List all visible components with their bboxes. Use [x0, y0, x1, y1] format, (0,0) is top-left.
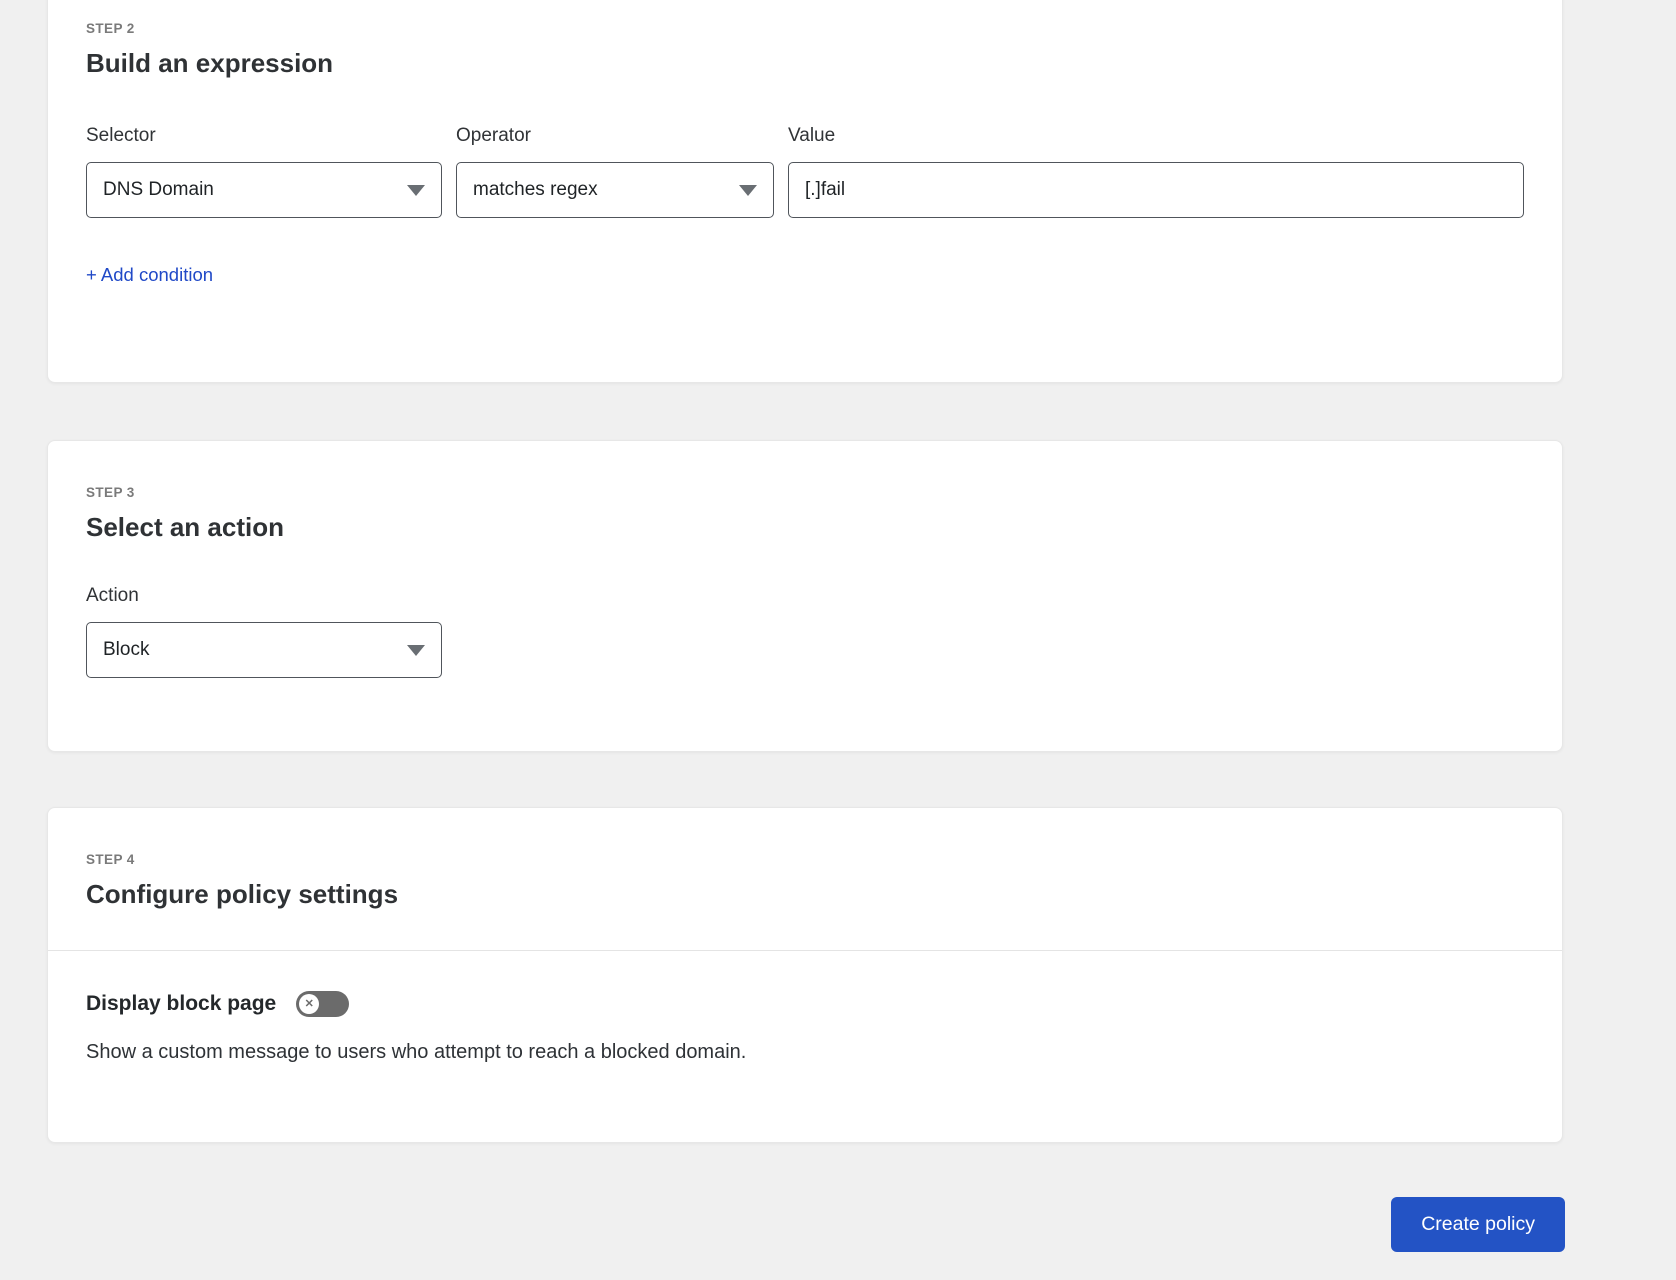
- toggle-off-x-icon: ✕: [299, 994, 320, 1014]
- display-block-page-toggle[interactable]: ✕: [296, 991, 350, 1017]
- step2-label: STEP 2: [86, 21, 135, 36]
- display-block-page-label: Display block page: [86, 992, 277, 1015]
- step4-title: Configure policy settings: [86, 879, 399, 909]
- step4-card: STEP 4 Configure policy settings Display…: [47, 807, 1563, 1143]
- selector-dropdown-value: DNS Domain: [103, 179, 214, 200]
- selector-label: Selector: [86, 125, 156, 146]
- step2-title: Build an expression: [86, 48, 334, 78]
- selector-field: Selector DNS Domain: [86, 125, 442, 218]
- display-block-page-row: Display block page ✕: [86, 991, 1524, 1017]
- operator-dropdown[interactable]: matches regex: [456, 162, 774, 218]
- step3-label: STEP 3: [86, 485, 135, 500]
- expression-row: Selector DNS Domain Operator matches reg…: [86, 125, 1524, 218]
- display-block-page-description: Show a custom message to users who attem…: [86, 1041, 747, 1063]
- chevron-down-icon: [407, 644, 425, 656]
- action-label: Action: [86, 585, 139, 606]
- action-dropdown-value: Block: [103, 639, 150, 660]
- add-condition-link[interactable]: + Add condition: [86, 264, 213, 286]
- step4-header: STEP 4 Configure policy settings: [48, 808, 1562, 950]
- policy-settings-section: Display block page ✕ Show a custom messa…: [48, 950, 1562, 1064]
- operator-label: Operator: [456, 125, 531, 146]
- value-input[interactable]: [788, 162, 1524, 218]
- step4-label: STEP 4: [86, 852, 135, 867]
- chevron-down-icon: [739, 184, 757, 196]
- create-policy-button[interactable]: Create policy: [1391, 1197, 1565, 1252]
- selector-dropdown[interactable]: DNS Domain: [86, 162, 442, 218]
- operator-field: Operator matches regex: [456, 125, 774, 218]
- step2-card: STEP 2 Build an expression Selector DNS …: [47, 0, 1563, 383]
- action-dropdown[interactable]: Block: [86, 622, 442, 678]
- operator-dropdown-value: matches regex: [473, 179, 598, 200]
- step3-title: Select an action: [86, 512, 284, 542]
- step3-card: STEP 3 Select an action Action Block: [47, 440, 1563, 752]
- value-field-wrap: Value: [788, 125, 1524, 218]
- action-field: Action Block: [86, 585, 442, 678]
- value-label: Value: [788, 125, 836, 146]
- chevron-down-icon: [407, 184, 425, 196]
